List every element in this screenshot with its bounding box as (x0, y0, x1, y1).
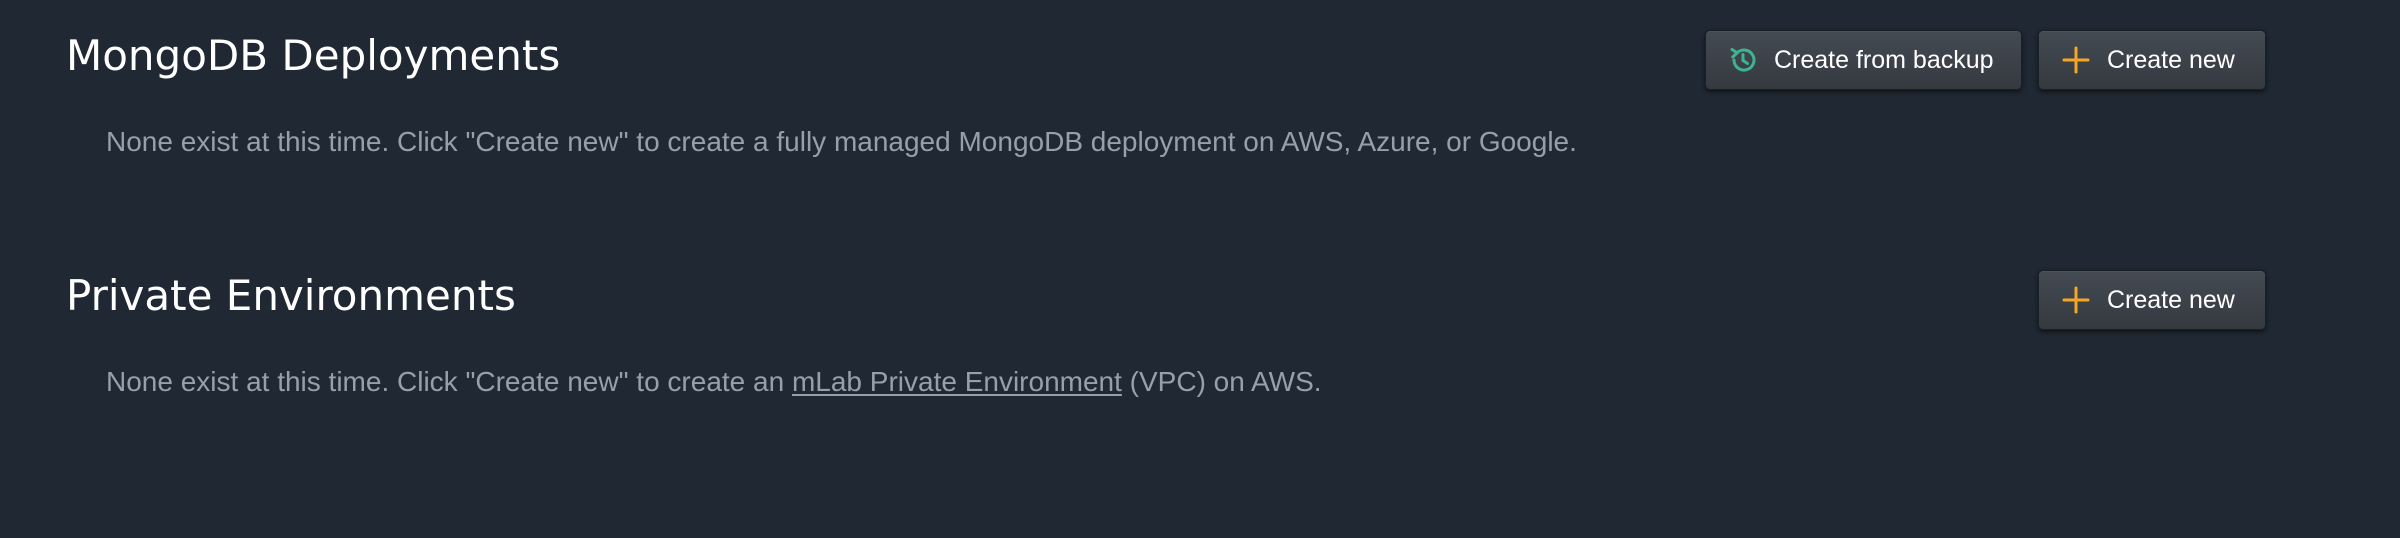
plus-icon (2059, 283, 2093, 317)
private-environments-title: Private Environments (66, 271, 516, 320)
history-icon (1726, 43, 1760, 77)
create-from-backup-label: Create from backup (1774, 45, 1994, 74)
deployments-empty-message: None exist at this time. Click "Create n… (106, 126, 1577, 157)
description-text: None exist at this time. Click "Create n… (106, 366, 792, 397)
create-new-environment-button[interactable]: Create new (2038, 270, 2266, 330)
mongodb-deployments-title: MongoDB Deployments (66, 31, 561, 80)
plus-icon (2059, 43, 2093, 77)
create-new-deployment-button[interactable]: Create new (2038, 30, 2266, 90)
mlab-private-environment-link[interactable]: mLab Private Environment (792, 366, 1122, 397)
create-new-label: Create new (2107, 45, 2235, 74)
create-from-backup-button[interactable]: Create from backup (1705, 30, 2022, 90)
private-environments-empty-message: None exist at this time. Click "Create n… (106, 364, 1322, 400)
description-text-suffix: (VPC) on AWS. (1121, 366, 1322, 397)
create-new-label: Create new (2107, 285, 2235, 314)
